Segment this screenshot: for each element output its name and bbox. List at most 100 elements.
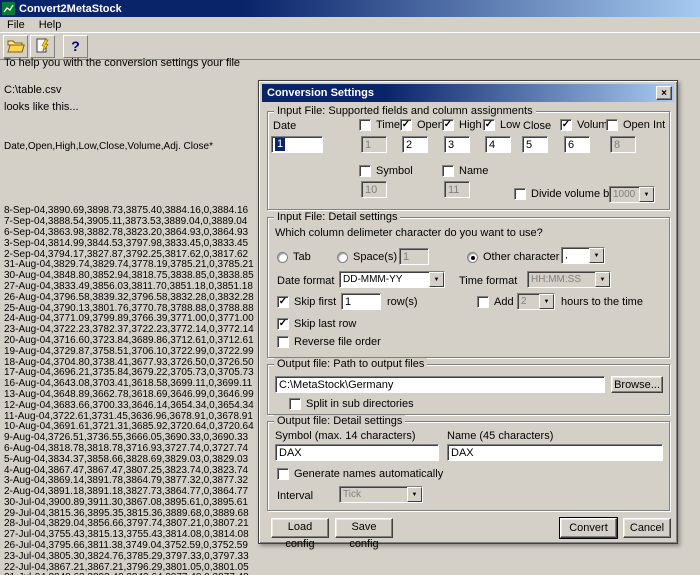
low-checkbox[interactable]: ✓ Low (483, 119, 520, 131)
output-path-input[interactable] (275, 376, 605, 393)
output-detail-group-title: Output file: Detail settings (274, 415, 406, 427)
time-checkbox-label: Time (376, 119, 401, 131)
checkbox-box: ✓ (560, 119, 572, 131)
tab-radio[interactable]: Tab (277, 251, 311, 263)
output-name-input[interactable] (447, 444, 663, 461)
split-sub-directories-label: Split in sub directories (306, 398, 414, 410)
other-character-radio[interactable]: Other character (467, 251, 559, 263)
checkbox-box (277, 468, 289, 480)
name-checkbox[interactable]: Name (442, 165, 488, 177)
add-hours-label: Add (494, 296, 514, 308)
combo-value: DD-MMM-YY (343, 274, 403, 285)
app-icon (2, 2, 15, 15)
fields-group-title: Input File: Supported fields and column … (274, 105, 536, 117)
other-character-radio-label: Other character (483, 251, 560, 263)
low-column-input[interactable] (485, 136, 511, 153)
browse-button[interactable]: Browse... (611, 376, 663, 393)
dropdown-arrow-icon: ▼ (595, 272, 610, 287)
dropdown-arrow-icon[interactable]: ▼ (589, 248, 604, 263)
intro-text-2: looks like this... (4, 101, 79, 113)
cancel-button[interactable]: Cancel (623, 518, 671, 538)
rows-label: row(s) (387, 296, 418, 308)
check-icon: ✓ (401, 118, 411, 130)
toolbar: ? (0, 32, 700, 60)
convert-lightning-icon (36, 38, 49, 53)
selected-text: 1 (275, 138, 286, 151)
check-icon: ✓ (561, 118, 571, 130)
generate-names-checkbox[interactable]: Generate names automatically (277, 468, 443, 480)
dropdown-arrow-icon: ▼ (539, 294, 554, 309)
high-checkbox[interactable]: ✓ High (442, 119, 482, 131)
date-format-combo[interactable]: DD-MMM-YY ▼ (339, 271, 445, 288)
checkbox-box: ✓ (400, 119, 412, 131)
convert-button-toolbar[interactable] (30, 34, 55, 58)
combo-value: HH:MM:SS (531, 274, 581, 285)
convert-button[interactable]: Convert (560, 518, 617, 538)
time-format-label: Time format (459, 275, 518, 287)
divide-volume-combo: 1000 ▼ (609, 186, 655, 203)
open-checkbox[interactable]: ✓ Open (400, 119, 444, 131)
save-config-button[interactable]: Save config (335, 518, 393, 550)
split-sub-directories-checkbox[interactable]: Split in sub directories (289, 398, 414, 410)
radio-circle (277, 251, 288, 263)
delimiter-question: Which column delimeter character do you … (275, 227, 543, 239)
skip-first-checkbox[interactable]: ✓ Skip first (277, 296, 336, 308)
dropdown-arrow-icon: ▼ (407, 487, 422, 502)
combo-value: Tick (343, 489, 361, 500)
load-config-button[interactable]: Load config (271, 518, 329, 550)
open-folder-icon (6, 40, 25, 53)
spaces-radio-label: Space(s) (353, 251, 398, 263)
symbol-checkbox[interactable]: Symbol (359, 165, 413, 177)
menu-file[interactable]: File (0, 18, 32, 32)
checkbox-box: ✓ (277, 318, 289, 330)
output-name-label: Name (45 characters) (447, 430, 554, 442)
close-column-input[interactable] (522, 136, 548, 153)
checkbox-box (289, 398, 301, 410)
spaces-radio[interactable]: Space(s) (337, 251, 397, 263)
skip-first-label: Skip first (294, 296, 337, 308)
add-hours-combo: 2 ▼ (517, 293, 555, 310)
other-character-combo[interactable]: , ▼ (561, 247, 605, 264)
open-file-button[interactable] (3, 34, 28, 58)
add-hours-checkbox[interactable]: Add (477, 296, 514, 308)
interval-combo: Tick ▼ (339, 486, 423, 503)
dialog-title: Conversion Settings (267, 87, 374, 99)
hours-to-time-label: hours to the time (561, 296, 643, 308)
open-int-checkbox[interactable]: Open Int (606, 119, 665, 131)
conversion-settings-dialog: Conversion Settings × Input File: Suppor… (258, 80, 678, 550)
skip-last-row-checkbox[interactable]: ✓ Skip last row (277, 318, 356, 330)
open-column-input[interactable] (402, 136, 428, 153)
high-column-input[interactable] (444, 136, 470, 153)
dropdown-arrow-icon: ▼ (639, 187, 654, 202)
detail-group-title: Input File: Detail settings (274, 211, 401, 223)
output-symbol-input[interactable] (275, 444, 439, 461)
checkbox-box (514, 188, 526, 200)
tab-radio-label: Tab (293, 251, 311, 263)
reverse-file-order-label: Reverse file order (294, 336, 381, 348)
skip-first-rows-input[interactable] (341, 293, 381, 310)
combo-value: , (565, 250, 568, 261)
check-icon: ✓ (278, 317, 288, 329)
radio-circle (337, 251, 348, 263)
interval-label: Interval (277, 490, 314, 502)
low-checkbox-label: Low (500, 119, 521, 131)
close-column-label: Close (523, 120, 552, 132)
open-int-checkbox-label: Open Int (623, 119, 666, 131)
checkbox-box (606, 119, 618, 131)
dialog-close-button[interactable]: × (656, 86, 672, 100)
open-int-column-input (610, 136, 636, 153)
combo-value: 1000 (613, 189, 636, 200)
volume-column-input[interactable] (564, 136, 590, 153)
dropdown-arrow-icon[interactable]: ▼ (429, 272, 444, 287)
dialog-title-bar: Conversion Settings × (262, 84, 674, 102)
divide-volume-checkbox[interactable]: Divide volume by (514, 188, 615, 200)
reverse-file-order-checkbox[interactable]: Reverse file order (277, 336, 381, 348)
menu-help[interactable]: Help (32, 18, 69, 32)
checkbox-box: ✓ (483, 119, 495, 131)
checkbox-box (359, 119, 371, 131)
checkbox-box (277, 336, 289, 348)
generate-names-label: Generate names automatically (294, 468, 444, 480)
date-column-input[interactable]: 1 (271, 136, 323, 153)
help-button[interactable]: ? (63, 34, 88, 58)
time-checkbox[interactable]: Time (359, 119, 400, 131)
